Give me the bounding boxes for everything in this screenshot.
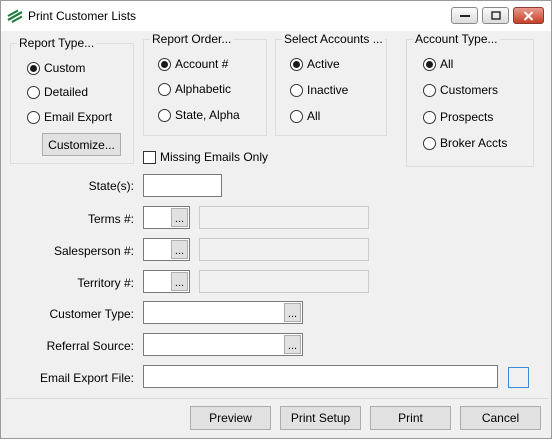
preview-button[interactable]: Preview — [190, 406, 271, 430]
missing-emails-checkbox[interactable]: Missing Emails Only — [143, 150, 268, 164]
referral-source-lookup-button[interactable]: ... — [284, 335, 301, 354]
radio-label: State, Alpha — [175, 108, 240, 122]
print-setup-button[interactable]: Print Setup — [280, 406, 361, 430]
territory-label: Territory #: — [77, 276, 134, 290]
radio-label: Broker Accts — [440, 136, 508, 150]
salesperson-input[interactable]: ... — [143, 238, 190, 261]
close-icon — [523, 10, 534, 21]
territory-input[interactable]: ... — [143, 270, 190, 293]
radio-unselected-icon[interactable] — [27, 85, 40, 99]
account-type-group: Account Type... All Customers Prospects … — [406, 32, 534, 167]
report-type-detailed[interactable]: Detailed — [27, 85, 88, 99]
window-title: Print Customer Lists — [28, 9, 137, 23]
salesperson-lookup-button[interactable]: ... — [171, 240, 188, 259]
radio-label: Email Export — [44, 110, 113, 124]
account-type-all[interactable]: All — [423, 57, 453, 71]
radio-unselected-icon[interactable] — [423, 110, 436, 124]
maximize-button[interactable] — [482, 7, 509, 24]
divider — [5, 398, 548, 399]
radio-label: Custom — [44, 61, 86, 75]
print-customer-lists-window: Print Customer Lists Report Type... Cust… — [0, 0, 552, 439]
report-order-state-alpha[interactable]: State, Alpha — [158, 108, 240, 122]
radio-unselected-icon[interactable] — [158, 82, 171, 96]
territory-lookup-button[interactable]: ... — [171, 272, 188, 291]
radio-unselected-icon[interactable] — [27, 110, 40, 124]
checkbox-unchecked-icon[interactable] — [143, 150, 156, 164]
missing-emails-label: Missing Emails Only — [160, 150, 269, 164]
radio-label: Prospects — [440, 110, 494, 124]
email-export-browse-button[interactable] — [508, 367, 529, 388]
terms-input[interactable]: ... — [143, 206, 190, 229]
minimize-button[interactable] — [451, 7, 478, 24]
report-type-custom[interactable]: Custom — [27, 61, 85, 75]
report-order-title: Report Order... — [150, 32, 234, 46]
email-export-label: Email Export File: — [39, 371, 134, 385]
email-export-input[interactable] — [143, 365, 498, 388]
account-type-customers[interactable]: Customers — [423, 83, 498, 97]
customer-type-input[interactable]: ... — [143, 301, 303, 324]
radio-label: Detailed — [44, 85, 89, 99]
radio-label: Customers — [440, 83, 499, 97]
account-type-broker-accts[interactable]: Broker Accts — [423, 136, 507, 150]
account-type-title: Account Type... — [413, 32, 500, 46]
states-label: State(s): — [88, 179, 134, 193]
radio-label: Active — [307, 57, 340, 71]
select-accounts-active[interactable]: Active — [290, 57, 340, 71]
minimize-icon — [459, 14, 470, 17]
select-accounts-title: Select Accounts ... — [282, 32, 385, 46]
radio-unselected-icon[interactable] — [423, 136, 436, 150]
radio-label: Account # — [175, 57, 229, 71]
radio-selected-icon[interactable] — [423, 57, 436, 71]
terms-label: Terms #: — [87, 212, 134, 226]
customer-type-label: Customer Type: — [49, 307, 134, 321]
radio-unselected-icon[interactable] — [290, 83, 303, 97]
close-button[interactable] — [513, 7, 544, 24]
radio-selected-icon[interactable] — [158, 57, 171, 71]
report-order-account[interactable]: Account # — [158, 57, 228, 71]
customize-button[interactable]: Customize... — [42, 133, 121, 156]
radio-label: All — [440, 57, 454, 71]
radio-label: Inactive — [307, 83, 349, 97]
radio-label: Alphabetic — [175, 82, 232, 96]
account-type-prospects[interactable]: Prospects — [423, 110, 493, 124]
radio-selected-icon[interactable] — [27, 61, 40, 75]
select-accounts-group: Select Accounts ... Active Inactive All — [275, 32, 387, 136]
terms-lookup-button[interactable]: ... — [171, 208, 188, 227]
report-order-alphabetic[interactable]: Alphabetic — [158, 82, 231, 96]
salesperson-label: Salesperson #: — [53, 244, 134, 258]
select-accounts-inactive[interactable]: Inactive — [290, 83, 348, 97]
select-accounts-all[interactable]: All — [290, 109, 320, 123]
maximize-icon — [490, 11, 501, 20]
states-input[interactable] — [143, 174, 222, 197]
print-button[interactable]: Print — [370, 406, 451, 430]
report-type-title: Report Type... — [17, 36, 97, 50]
customer-type-lookup-button[interactable]: ... — [284, 303, 301, 322]
radio-label: All — [307, 109, 321, 123]
radio-unselected-icon[interactable] — [423, 83, 436, 97]
terms-description — [199, 206, 369, 229]
salesperson-description — [199, 238, 369, 261]
report-type-email-export[interactable]: Email Export — [27, 110, 112, 124]
referral-source-label: Referral Source: — [46, 339, 134, 353]
radio-unselected-icon[interactable] — [290, 109, 303, 123]
app-logo-icon — [7, 9, 23, 23]
cancel-button[interactable]: Cancel — [460, 406, 541, 430]
territory-description — [199, 270, 369, 293]
referral-source-input[interactable]: ... — [143, 333, 303, 356]
report-type-group: Report Type... Custom Detailed Email Exp… — [10, 36, 134, 164]
title-bar: Print Customer Lists — [1, 1, 551, 31]
report-order-group: Report Order... Account # Alphabetic Sta… — [143, 32, 267, 136]
radio-unselected-icon[interactable] — [158, 108, 171, 122]
radio-selected-icon[interactable] — [290, 57, 303, 71]
